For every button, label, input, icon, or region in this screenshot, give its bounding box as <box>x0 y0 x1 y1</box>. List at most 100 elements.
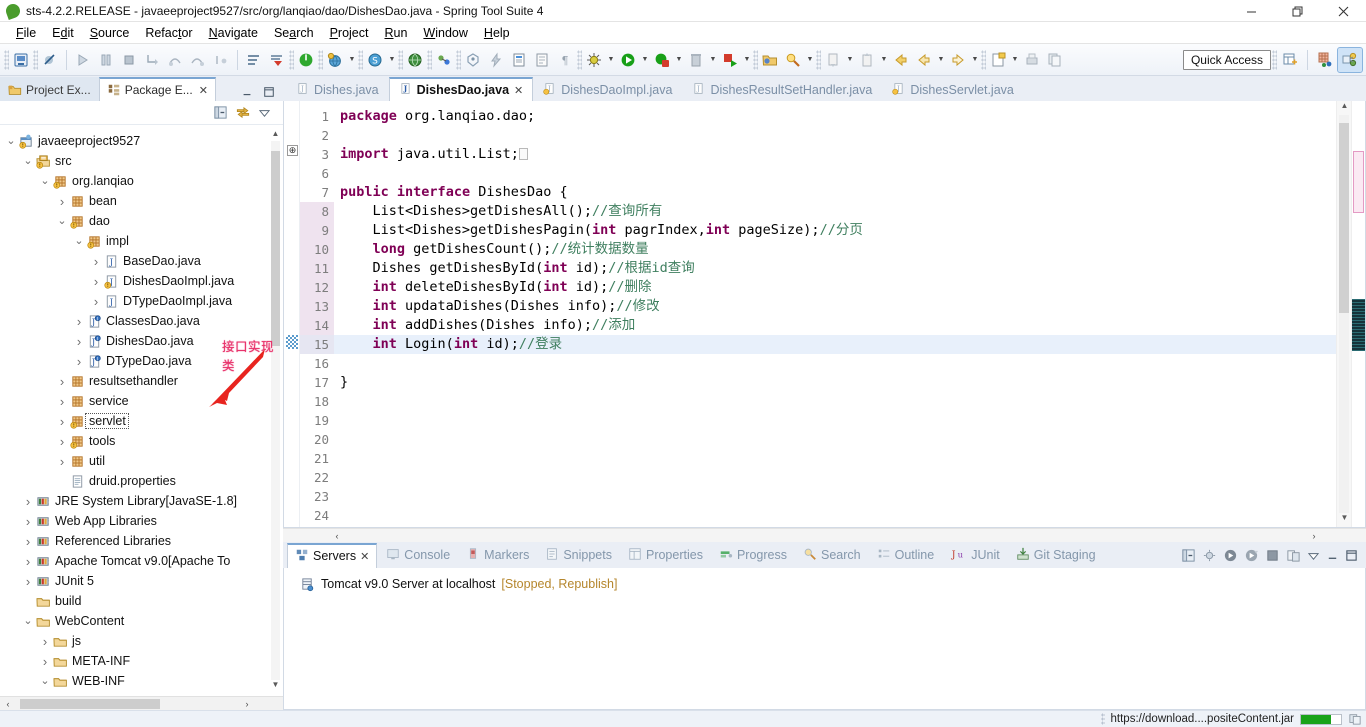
editor-vertical-scrollbar[interactable]: ▲ ▼ <box>1336 101 1351 527</box>
menu-help[interactable]: Help <box>476 24 518 42</box>
menu-search[interactable]: Search <box>266 24 322 42</box>
toolbar-drag-handle[interactable] <box>4 49 9 70</box>
globe-icon[interactable] <box>404 49 426 71</box>
chevron-down-icon[interactable]: ⌄ <box>4 135 18 147</box>
quick-access-field[interactable]: Quick Access <box>1182 49 1271 70</box>
tree-item[interactable]: ⌄ javaeeproject9527 <box>0 131 283 151</box>
chevron-right-icon[interactable]: › <box>89 254 103 269</box>
code-line[interactable]: public interface DishesDao { <box>334 183 1336 202</box>
editor-horizontal-scrollbar[interactable]: ‹ › <box>283 528 1366 542</box>
bottom-tab[interactable]: Snippets <box>538 543 619 568</box>
tree-item[interactable]: ⌄ org.lanqiao <box>0 171 283 191</box>
chevron-right-icon[interactable]: › <box>21 494 35 509</box>
validate-icon[interactable] <box>462 49 484 71</box>
menu-source[interactable]: Source <box>82 24 138 42</box>
bottom-tab[interactable]: Search <box>796 543 868 568</box>
code-line[interactable]: int addDishes(Dishes info);//添加 <box>334 316 1336 335</box>
delete-dropdown-arrow[interactable]: ▼ <box>708 49 718 71</box>
bottom-tab[interactable]: Progress <box>712 543 794 568</box>
overview-minimap-marker[interactable] <box>1352 299 1365 351</box>
tree-item[interactable]: › js <box>0 631 283 651</box>
minimize-view-icon[interactable] <box>1326 549 1339 562</box>
maximize-view-icon[interactable] <box>263 86 275 98</box>
chevron-right-icon[interactable]: › <box>72 314 86 329</box>
profile-server-icon[interactable] <box>1244 548 1259 563</box>
scroll-left-icon[interactable]: ‹ <box>0 697 16 711</box>
new-file-dropdown-arrow[interactable]: ▼ <box>1010 49 1020 71</box>
code-line[interactable] <box>334 392 1336 411</box>
copy-icon[interactable] <box>1044 49 1066 71</box>
tree-item[interactable]: › tools <box>0 431 283 451</box>
code-line[interactable]: } <box>334 373 1336 392</box>
editor-tab[interactable]: J DishesDao.java ✕ <box>388 77 534 101</box>
chevron-down-icon[interactable]: ⌄ <box>38 175 52 187</box>
tree-item[interactable]: › J I ClassesDao.java <box>0 311 283 331</box>
maximize-button[interactable] <box>1274 0 1320 22</box>
code-line[interactable] <box>334 468 1336 487</box>
lightning-icon[interactable] <box>485 49 507 71</box>
server-list-item[interactable]: Tomcat v9.0 Server at localhost [Stopped… <box>300 574 1365 594</box>
spring-tools-dropdown-arrow[interactable]: ▼ <box>387 49 397 71</box>
fold-toggle-icon[interactable]: ⊕ <box>287 145 298 156</box>
bottom-tab[interactable]: Servers ✕ <box>287 542 378 568</box>
chevron-right-icon[interactable]: › <box>72 334 86 349</box>
code-line[interactable] <box>334 487 1336 506</box>
code-line[interactable]: int Login(int id);//登录 <box>334 335 1336 354</box>
step-return-icon[interactable] <box>187 49 209 71</box>
code-line[interactable] <box>334 411 1336 430</box>
tree-item[interactable]: › Referenced Libraries <box>0 531 283 551</box>
chevron-right-icon[interactable]: › <box>55 414 69 429</box>
next-annotation-dropdown-arrow[interactable]: ▼ <box>845 49 855 71</box>
menu-project[interactable]: Project <box>322 24 377 42</box>
new-server-dropdown-arrow[interactable]: ▼ <box>347 49 357 71</box>
drop-to-frame-icon[interactable] <box>210 49 232 71</box>
bottom-tab[interactable]: Markers <box>459 543 536 568</box>
search-icon[interactable] <box>782 49 804 71</box>
code-line[interactable]: Dishes getDishesById(int id);//根据id查询 <box>334 259 1336 278</box>
delete-icon[interactable] <box>685 49 707 71</box>
tree-item[interactable]: › bean <box>0 191 283 211</box>
menu-edit[interactable]: Edit <box>44 24 82 42</box>
chevron-down-icon[interactable]: ⌄ <box>72 235 86 247</box>
editor-tab[interactable]: J DishesDaoImpl.java <box>533 77 682 101</box>
tree-item[interactable]: › servlet <box>0 411 283 431</box>
code-content[interactable]: package org.lanqiao.dao; import java.uti… <box>334 101 1336 527</box>
bottom-tab[interactable]: Properties <box>621 543 710 568</box>
search-dropdown-arrow[interactable]: ▼ <box>805 49 815 71</box>
live-beans-icon[interactable] <box>433 49 455 71</box>
scroll-up-icon[interactable]: ▲ <box>270 129 281 141</box>
explorer-vertical-scrollbar[interactable]: ▲ ▼ <box>269 129 281 692</box>
forward-history-icon[interactable] <box>913 49 935 71</box>
new-file-icon[interactable] <box>987 49 1009 71</box>
tree-item[interactable]: ⌄ WebContent <box>0 611 283 631</box>
code-line[interactable]: import java.util.List; <box>334 145 1336 164</box>
view-menu-icon[interactable] <box>1307 549 1320 562</box>
collapse-all-icon[interactable] <box>213 105 228 120</box>
servers-view-body[interactable]: Tomcat v9.0 Server at localhost [Stopped… <box>283 568 1366 710</box>
editor-tab[interactable]: J DishesServlet.java <box>882 77 1024 101</box>
package-tree[interactable]: ⌄ javaeeproject9527 ⌄ src ⌄ org.lanqiao › bean ⌄… <box>0 125 283 696</box>
tree-item[interactable]: › META-INF <box>0 651 283 671</box>
chevron-right-icon[interactable]: › <box>55 454 69 469</box>
editor-tab[interactable]: J Dishes.java <box>286 77 389 101</box>
code-line[interactable]: long getDishesCount();//统计数据数量 <box>334 240 1336 259</box>
scroll-down-icon[interactable]: ▼ <box>270 680 281 692</box>
spring-tools-icon[interactable]: S <box>364 49 386 71</box>
menu-file[interactable]: File <box>8 24 44 42</box>
progress-bar[interactable] <box>1300 713 1342 725</box>
tab-project-explorer[interactable]: Project Ex... <box>0 77 99 101</box>
chevron-down-icon[interactable]: ⌄ <box>21 615 35 627</box>
code-line[interactable]: package org.lanqiao.dao; <box>334 107 1336 126</box>
close-icon[interactable]: ✕ <box>514 84 523 97</box>
code-editor[interactable]: ⊕ 1 2 3 6 7 8 9 10 11 12 13 14 15 16 17 18 19 20 21 22 23 24 … <box>283 101 1366 528</box>
hscroll-thumb[interactable] <box>20 699 160 709</box>
chevron-right-icon[interactable]: › <box>72 354 86 369</box>
chevron-right-icon[interactable]: › <box>55 434 69 449</box>
tree-item[interactable]: › J I DishesDao.java <box>0 331 283 351</box>
chevron-right-icon[interactable]: › <box>21 554 35 569</box>
code-line[interactable]: List<Dishes>getDishesAll();//查询所有 <box>334 202 1336 221</box>
chevron-right-icon[interactable]: › <box>38 654 52 669</box>
step-over-icon[interactable] <box>164 49 186 71</box>
collapse-all-icon[interactable] <box>1181 548 1196 563</box>
editor-scroll-up-icon[interactable]: ▲ <box>1337 101 1352 115</box>
